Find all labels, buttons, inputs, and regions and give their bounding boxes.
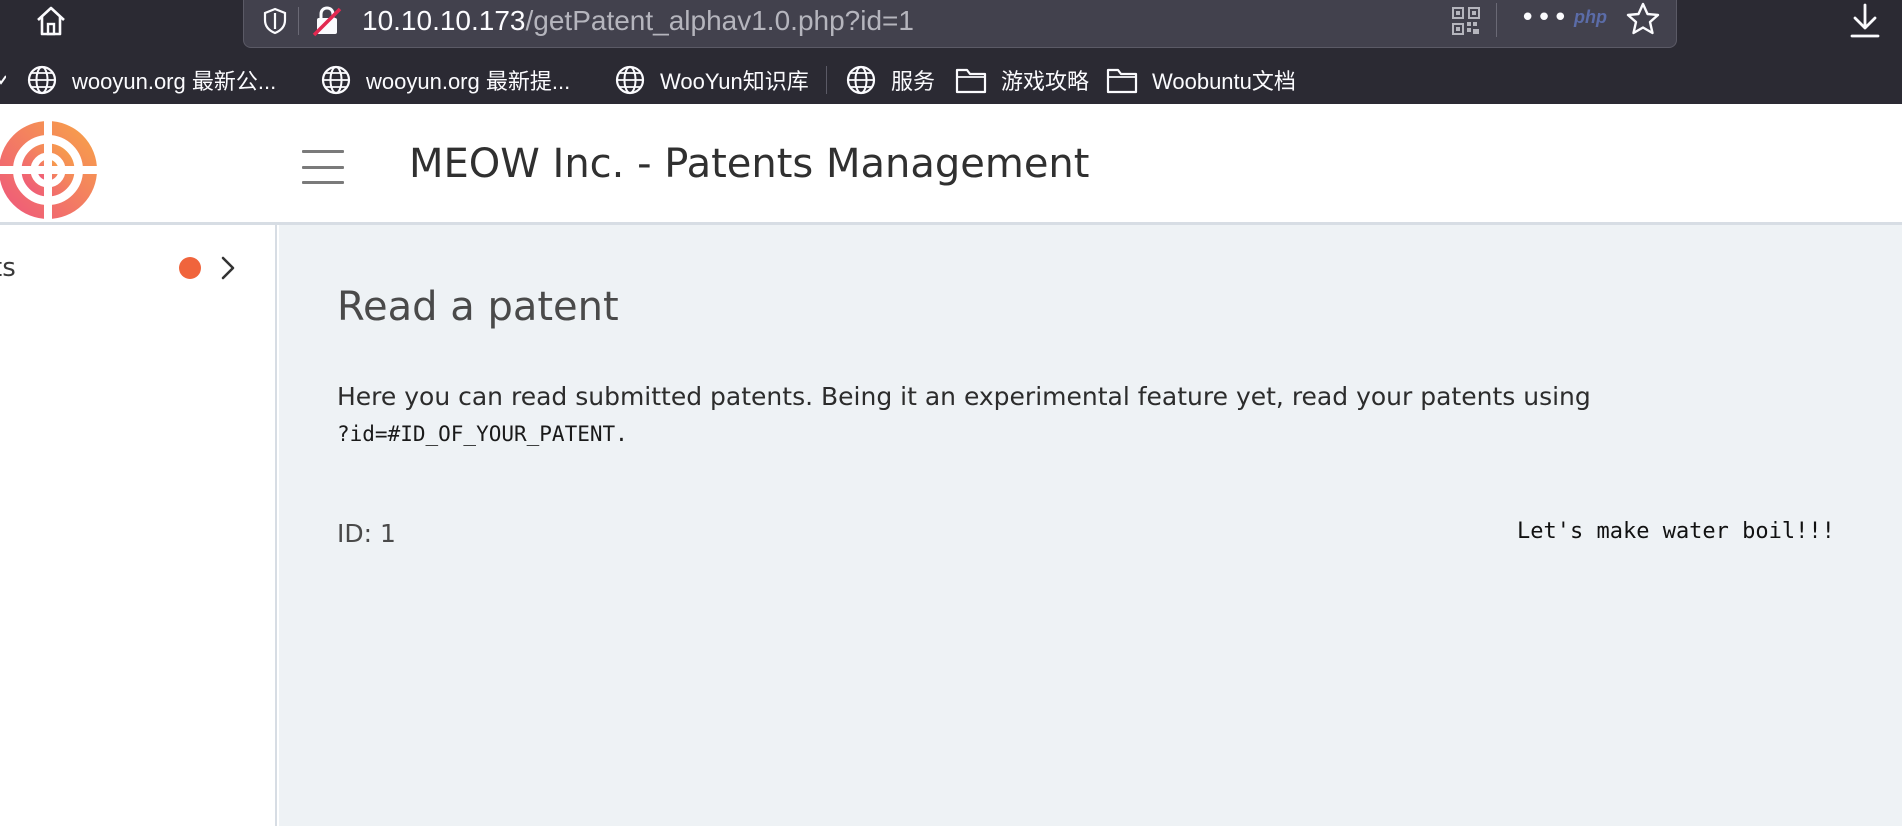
sidebar-item-patents[interactable]: ts xyxy=(0,245,257,291)
download-icon[interactable] xyxy=(1848,2,1882,40)
bookmark-item[interactable]: wooyun.org 最新提... xyxy=(320,62,570,98)
patent-id: ID: 1 xyxy=(337,519,396,548)
bookmarks-toolbar: wooyun.org 最新公... wooyun.org 最新提... WooY… xyxy=(0,58,1902,104)
home-button[interactable] xyxy=(32,2,70,40)
url-bar[interactable]: 10.10.10.173/getPatent_alphav1.0.php?id=… xyxy=(243,0,1677,48)
bookmark-folder[interactable]: 游戏攻略 xyxy=(955,62,1089,98)
bookmark-label: wooyun.org 最新公... xyxy=(72,69,277,94)
web-page: MEOW Inc. - Patents Management ts Read a… xyxy=(0,104,1902,826)
url-host: 10.10.10.173 xyxy=(362,5,526,36)
main-content: Read a patent Here you can read submitte… xyxy=(279,225,1902,826)
sidebar: ts xyxy=(0,225,277,826)
status-dot xyxy=(179,257,201,279)
description-text: Here you can read submitted patents. Bei… xyxy=(337,382,1591,411)
menu-toggle-button[interactable] xyxy=(302,150,344,184)
chevron-right-icon xyxy=(221,256,235,280)
page-title: Read a patent xyxy=(337,284,619,330)
patent-content: Let's make water boil!!! xyxy=(1517,519,1835,544)
bookmark-label: 游戏攻略 xyxy=(1001,69,1090,94)
page-actions-button[interactable]: ••• xyxy=(1520,3,1569,33)
bookmark-item[interactable]: 服务 xyxy=(845,62,935,98)
sidebar-item-label: ts xyxy=(0,253,16,283)
url-path: /getPatent_alphav1.0.php?id=1 xyxy=(525,5,914,36)
url-separator xyxy=(1496,3,1497,37)
url-separator xyxy=(298,7,299,35)
bookmark-folder[interactable]: Woobuntu文档 xyxy=(1106,62,1296,98)
app-header: MEOW Inc. - Patents Management xyxy=(0,104,1902,225)
globe-icon xyxy=(321,65,351,95)
description-code: ?id=#ID_OF_YOUR_PATENT. xyxy=(337,422,628,446)
hamburger-line xyxy=(302,165,344,169)
bookmark-label: wooyun.org 最新提... xyxy=(366,69,571,94)
bookmark-label: WooYun知识库 xyxy=(660,69,809,94)
page-description: Here you can read submitted patents. Bei… xyxy=(337,379,1837,452)
bookmark-label: Woobuntu文档 xyxy=(1152,69,1296,94)
bookmark-star-icon[interactable] xyxy=(1625,1,1661,37)
tracking-shield-icon[interactable] xyxy=(262,7,288,35)
bookmark-item[interactable]: WooYun知识库 xyxy=(614,62,809,98)
app-title: MEOW Inc. - Patents Management xyxy=(409,141,1090,187)
hamburger-line xyxy=(302,150,344,153)
bookmark-separator xyxy=(826,66,827,94)
insecure-lock-icon[interactable] xyxy=(310,5,344,37)
bookmark-label: 服务 xyxy=(891,69,936,94)
qr-code-icon[interactable] xyxy=(1452,7,1480,35)
globe-icon xyxy=(27,65,57,95)
target-logo-icon[interactable] xyxy=(0,118,100,222)
home-icon xyxy=(37,6,65,36)
folder-icon xyxy=(1106,68,1138,94)
browser-toolbar: 10.10.10.173/getPatent_alphav1.0.php?id=… xyxy=(0,0,1902,50)
bookmark-item[interactable]: wooyun.org 最新公... xyxy=(26,62,276,98)
hamburger-line xyxy=(302,181,344,184)
globe-icon xyxy=(846,65,876,95)
folder-icon xyxy=(955,68,987,94)
chevron-down-icon[interactable] xyxy=(0,74,6,86)
php-extension-icon[interactable]: php xyxy=(1574,7,1607,28)
globe-icon xyxy=(615,65,645,95)
url-text[interactable]: 10.10.10.173/getPatent_alphav1.0.php?id=… xyxy=(362,5,914,37)
browser-chrome: 10.10.10.173/getPatent_alphav1.0.php?id=… xyxy=(0,0,1902,104)
